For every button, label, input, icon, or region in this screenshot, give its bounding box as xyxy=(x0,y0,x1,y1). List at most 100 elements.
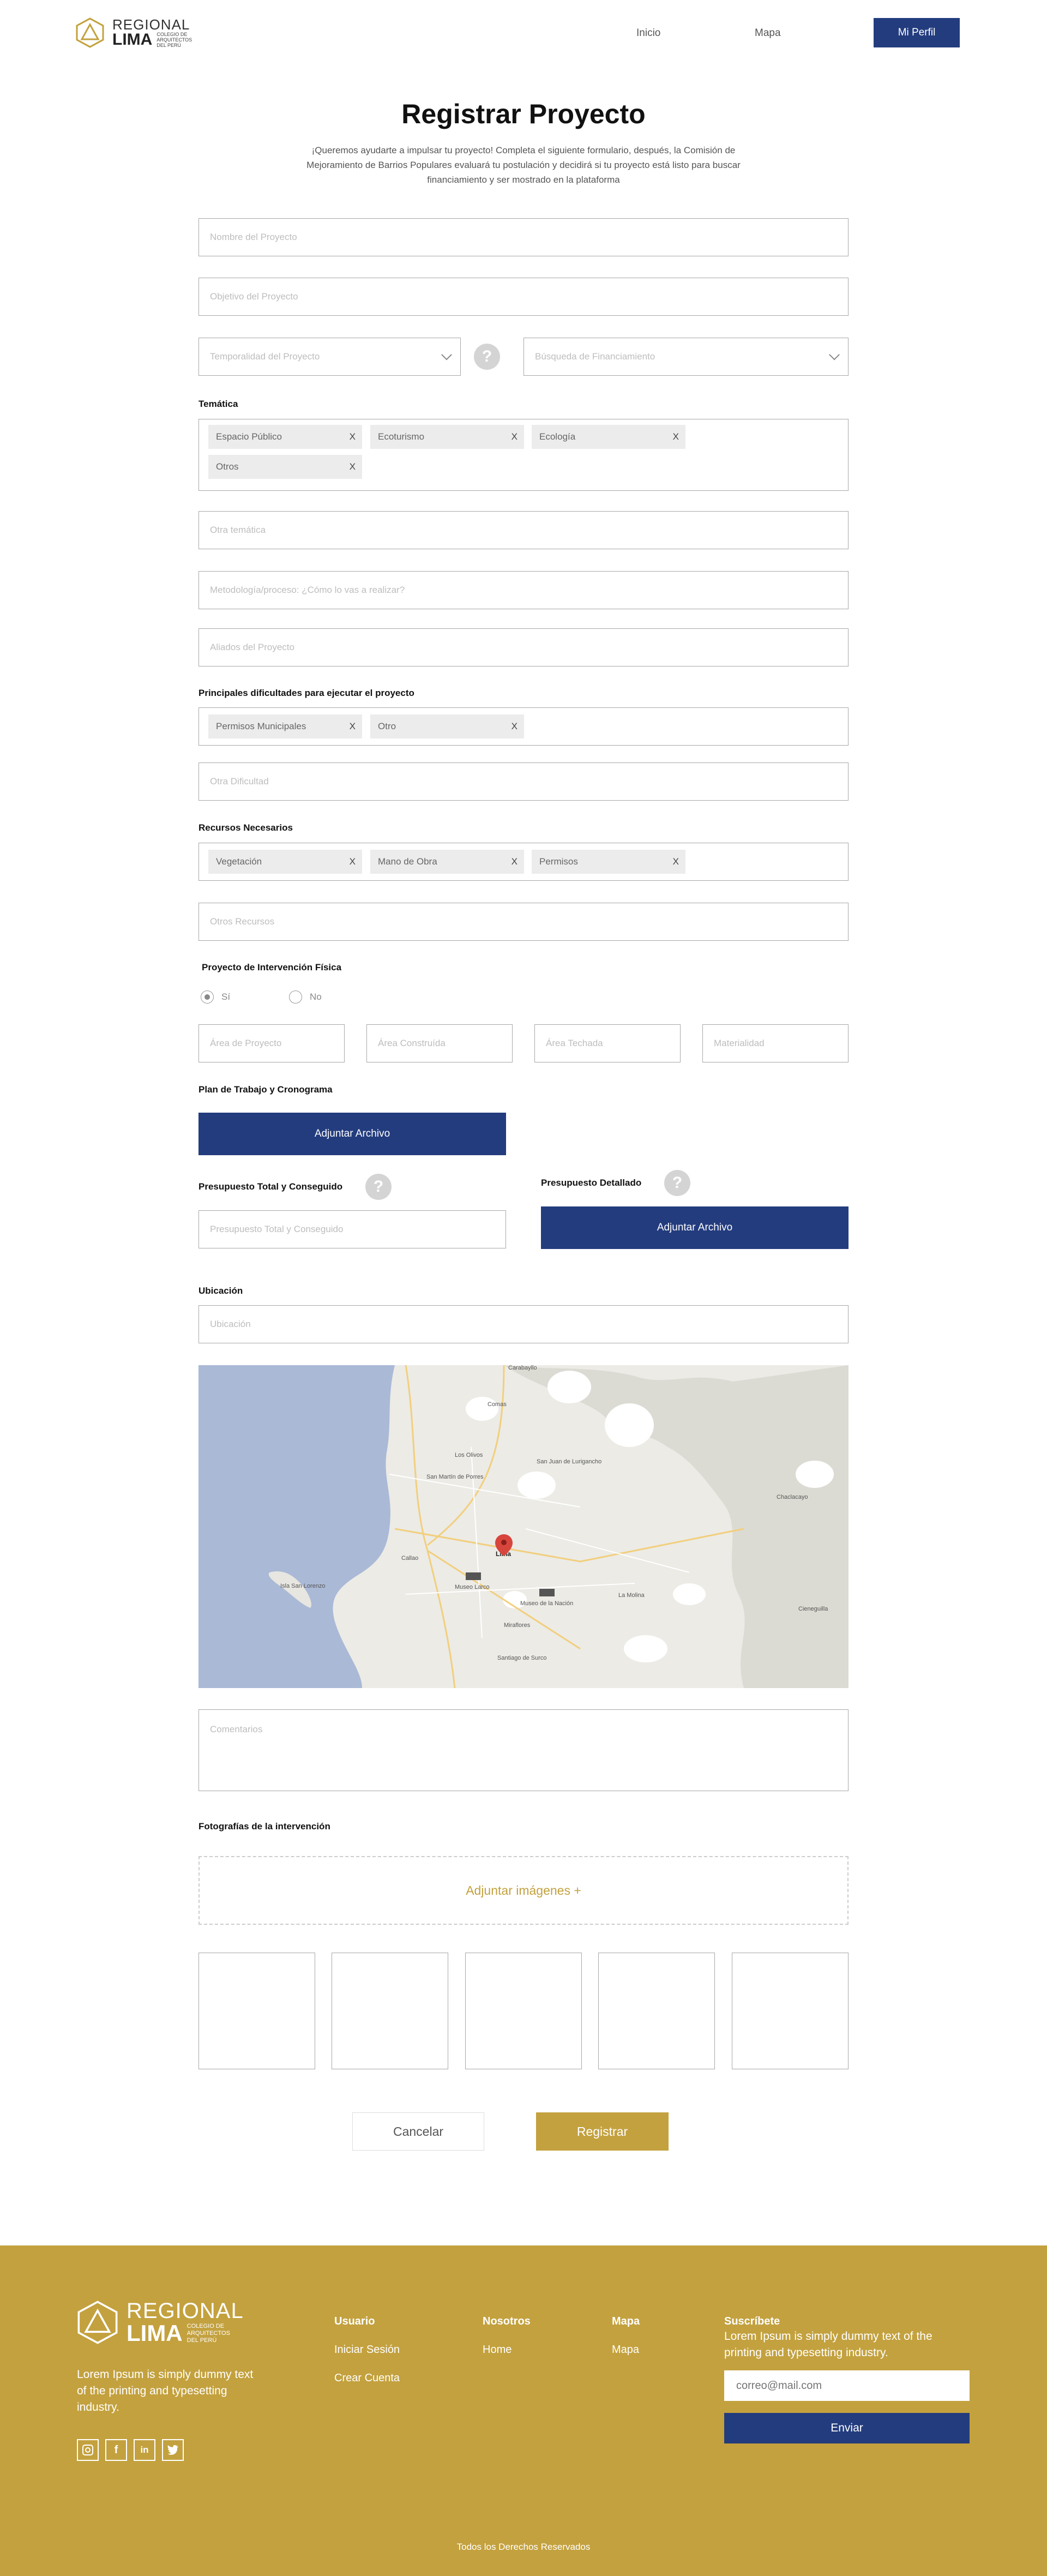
other-resources-input[interactable]: Otros Recursos xyxy=(198,903,849,941)
budget-help-icon[interactable]: ? xyxy=(365,1174,392,1200)
chevron-down-icon xyxy=(441,349,452,361)
twitter-icon[interactable] xyxy=(162,2439,184,2461)
project-objective-input[interactable]: Objetivo del Proyecto xyxy=(198,278,849,316)
methodology-input[interactable]: Metodología/proceso: ¿Cómo lo vas a real… xyxy=(198,571,849,609)
financing-select[interactable]: Búsqueda de Financiamiento xyxy=(524,338,849,376)
footer-logo-regional: REGIONAL xyxy=(127,2299,244,2323)
total-budget-label: Presupuesto Total y Conseguido xyxy=(198,1181,343,1192)
nav-mapa[interactable]: Mapa xyxy=(755,27,781,39)
close-icon[interactable]: X xyxy=(350,431,356,442)
tematica-label: Temática xyxy=(198,399,238,409)
work-plan-label: Plan de Trabajo y Cronograma xyxy=(198,1084,333,1095)
close-icon[interactable]: X xyxy=(350,461,356,472)
roofed-area-input[interactable]: Área Techada xyxy=(534,1024,681,1062)
project-name-input[interactable]: Nombre del Proyecto xyxy=(198,218,849,256)
methodology-placeholder: Metodología/proceso: ¿Cómo lo vas a real… xyxy=(210,585,405,595)
logo-hexagon-icon xyxy=(76,17,104,48)
project-area-input[interactable]: Área de Proyecto xyxy=(198,1024,345,1062)
map-label-museo-larco: Museo Larco xyxy=(455,1584,490,1590)
footer-link-crear-cuenta[interactable]: Crear Cuenta xyxy=(334,2372,400,2385)
chevron-down-icon xyxy=(829,349,840,361)
other-difficulty-input[interactable]: Otra Dificultad xyxy=(198,762,849,801)
comments-textarea[interactable]: Comentarios xyxy=(198,1709,849,1791)
financing-placeholder: Búsqueda de Financiamiento xyxy=(535,351,655,362)
footer-logo[interactable]: REGIONAL LIMA COLEGIO DE ARQUITECTOS DEL… xyxy=(76,2300,244,2345)
logo[interactable]: REGIONAL LIMA COLEGIO DE ARQUITECTOS DEL… xyxy=(75,17,192,48)
radio-no[interactable]: No xyxy=(289,990,322,1004)
attach-detailed-budget-button[interactable]: Adjuntar Archivo xyxy=(541,1206,849,1249)
map-label-los-olivos: Los Olivos xyxy=(455,1452,483,1458)
footer-description: Lorem Ipsum is simply dummy text of the … xyxy=(77,2368,254,2413)
footer-suscribete-text: Lorem Ipsum is simply dummy text of the … xyxy=(724,2330,932,2359)
nav-inicio[interactable]: Inicio xyxy=(636,27,660,39)
other-theme-input[interactable]: Otra temática xyxy=(198,511,849,549)
intervention-label: Proyecto de Intervención Física xyxy=(202,962,342,972)
logo-text-lima: LIMA xyxy=(112,31,153,49)
tag-otro: Otro X xyxy=(370,714,524,738)
logo-text-regional: REGIONAL xyxy=(112,16,190,33)
close-icon[interactable]: X xyxy=(512,431,518,442)
map-label-carabayllo: Carabayllo xyxy=(508,1365,537,1371)
tag-permisos: Permisos X xyxy=(532,850,685,874)
close-icon[interactable]: X xyxy=(350,721,356,732)
allies-input[interactable]: Aliados del Proyecto xyxy=(198,628,849,666)
difficulties-tag-input[interactable]: Permisos Municipales X Otro X xyxy=(198,707,849,746)
tag-espacio-publico: Espacio Público X xyxy=(208,425,362,449)
footer-link-mapa[interactable]: Mapa xyxy=(612,2344,639,2356)
close-icon[interactable]: X xyxy=(673,431,679,442)
image-slot[interactable] xyxy=(465,1953,582,2069)
location-label: Ubicación xyxy=(198,1286,243,1296)
instagram-icon[interactable] xyxy=(77,2439,99,2461)
radio-si[interactable]: Sí xyxy=(201,990,230,1004)
attach-images-dropzone[interactable]: Adjuntar imágenes + xyxy=(198,1856,849,1925)
other-difficulty-placeholder: Otra Dificultad xyxy=(210,776,269,786)
header: REGIONAL LIMA COLEGIO DE ARQUITECTOS DEL… xyxy=(0,0,1047,65)
resources-tag-input[interactable]: Vegetación X Mano de Obra X Permisos X xyxy=(198,843,849,881)
project-name-placeholder: Nombre del Proyecto xyxy=(210,232,297,242)
footer-mapa-title: Mapa xyxy=(612,2315,640,2327)
facebook-icon[interactable]: f xyxy=(105,2439,127,2461)
temporality-select[interactable]: Temporalidad del Proyecto xyxy=(198,338,461,376)
cancel-button[interactable]: Cancelar xyxy=(352,2112,484,2151)
tematica-tag-input[interactable]: Espacio Público X Ecoturismo X Ecología … xyxy=(198,419,849,491)
detailed-budget-help-icon[interactable]: ? xyxy=(664,1170,690,1196)
total-budget-input[interactable]: Presupuesto Total y Conseguido xyxy=(198,1210,506,1248)
location-map[interactable]: Carabayllo Comas Los Olivos San Martín d… xyxy=(198,1365,849,1688)
tag-vegetacion: Vegetación X xyxy=(208,850,362,874)
location-input[interactable]: Ubicación xyxy=(198,1305,849,1343)
built-area-input[interactable]: Área Construída xyxy=(366,1024,513,1062)
footer-logo-subtitle: COLEGIO DE ARQUITECTOS DEL PERÚ xyxy=(186,2322,230,2344)
allies-placeholder: Aliados del Proyecto xyxy=(210,642,294,652)
map-label-la-molina: La Molina xyxy=(618,1592,645,1599)
page-title: Registrar Proyecto xyxy=(401,99,646,129)
map-label-chaclacayo: Chaclacayo xyxy=(777,1494,808,1500)
close-icon[interactable]: X xyxy=(512,721,518,732)
close-icon[interactable]: X xyxy=(512,856,518,867)
image-slot[interactable] xyxy=(332,1953,448,2069)
tag-ecologia: Ecología X xyxy=(532,425,685,449)
map-label-sjl: San Juan de Lurigancho xyxy=(537,1458,601,1465)
register-button[interactable]: Registrar xyxy=(536,2112,669,2151)
newsletter-email-input[interactable] xyxy=(724,2370,970,2401)
profile-button[interactable]: Mi Perfil xyxy=(874,18,960,47)
footer-link-iniciar-sesion[interactable]: Iniciar Sesión xyxy=(334,2344,400,2356)
footer-logo-lima: LIMA xyxy=(127,2320,183,2346)
materiality-input[interactable]: Materialidad xyxy=(702,1024,849,1062)
map-label-callao: Callao xyxy=(401,1555,418,1562)
tag-otros: Otros X xyxy=(208,455,362,479)
temporality-help-icon[interactable]: ? xyxy=(474,344,500,370)
detailed-budget-label: Presupuesto Detallado xyxy=(541,1178,642,1188)
close-icon[interactable]: X xyxy=(673,856,679,867)
footer-suscribete-title: Suscríbete xyxy=(724,2315,780,2327)
footer-link-home[interactable]: Home xyxy=(483,2344,512,2356)
image-slot[interactable] xyxy=(598,1953,715,2069)
newsletter-submit-button[interactable]: Enviar xyxy=(724,2413,970,2443)
tag-ecoturismo: Ecoturismo X xyxy=(370,425,524,449)
linkedin-icon[interactable]: in xyxy=(134,2439,155,2461)
close-icon[interactable]: X xyxy=(350,856,356,867)
radio-checked-icon xyxy=(201,990,214,1004)
image-slot[interactable] xyxy=(732,1953,849,2069)
attach-work-plan-button[interactable]: Adjuntar Archivo xyxy=(198,1113,506,1155)
project-objective-placeholder: Objetivo del Proyecto xyxy=(210,291,298,302)
image-slot[interactable] xyxy=(198,1953,315,2069)
